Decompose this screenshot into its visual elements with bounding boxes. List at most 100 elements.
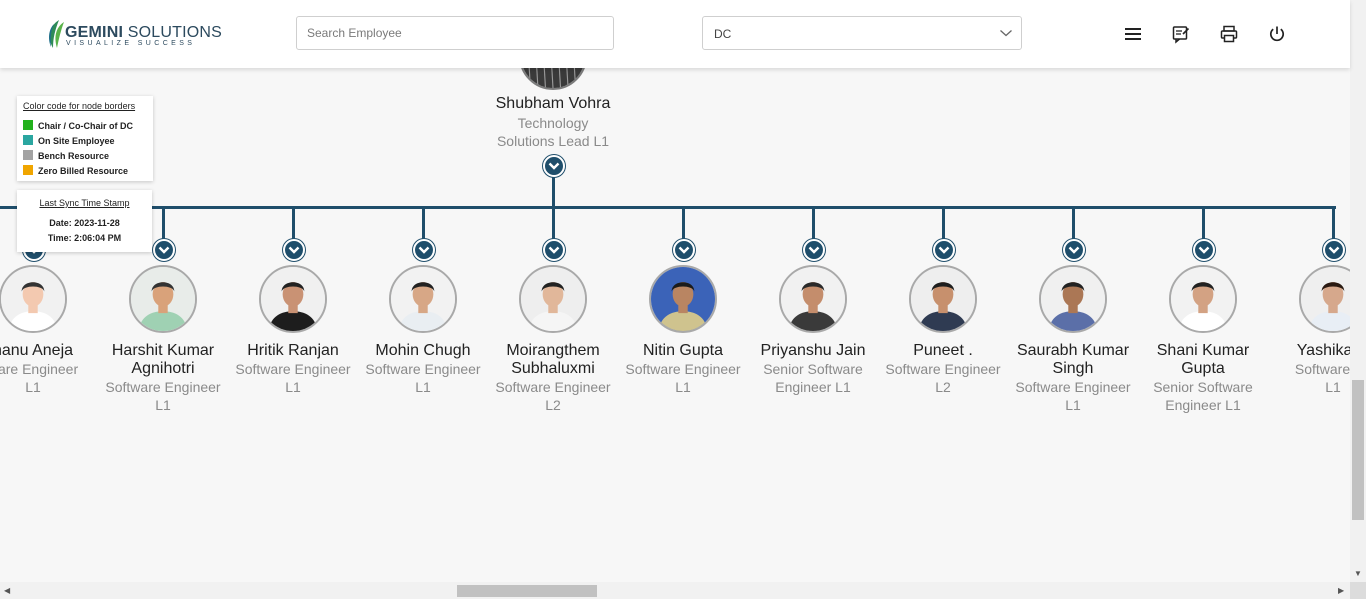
employee-designation: L1 (675, 379, 691, 395)
power-icon[interactable] (1267, 24, 1287, 44)
chevron-down-icon (158, 246, 170, 254)
child-connector (1072, 207, 1075, 239)
vertical-scroll-thumb[interactable] (1352, 380, 1364, 520)
employee-avatar[interactable] (649, 265, 717, 333)
logo-tagline: VISUALIZE SUCCESS (66, 40, 196, 47)
employee-designation: L2 (935, 379, 951, 395)
dc-select[interactable]: DC (702, 16, 1022, 50)
node-expand-toggle[interactable] (153, 239, 175, 261)
employee-designation: Engineer L1 (775, 379, 851, 395)
child-connector (162, 207, 165, 239)
logo-leaf-icon (49, 20, 64, 48)
print-icon[interactable] (1219, 24, 1239, 44)
employee-avatar[interactable] (1169, 265, 1237, 333)
employee-name[interactable]: Harshit Kumar (98, 342, 228, 360)
node-expand-toggle[interactable] (673, 239, 695, 261)
employee-name[interactable]: Shani Kumar (1138, 342, 1268, 360)
node-expand-toggle[interactable] (1193, 239, 1215, 261)
child-connector (942, 207, 945, 239)
node-expand-toggle[interactable] (933, 239, 955, 261)
node-expand-toggle[interactable] (543, 239, 565, 261)
employee-designation: L1 (1065, 397, 1081, 413)
horizontal-connector (0, 206, 1336, 209)
employee-avatar[interactable] (1299, 265, 1350, 333)
employee-name[interactable]: Saurabh Kumar (1008, 342, 1138, 360)
employee-name[interactable]: Puneet . (878, 342, 1008, 360)
legend-swatch (23, 120, 33, 130)
employee-avatar[interactable] (779, 265, 847, 333)
node-expand-toggle[interactable] (1323, 239, 1345, 261)
chevron-down-icon (808, 246, 820, 254)
node-expand-toggle[interactable] (283, 239, 305, 261)
legend-item-chair: Chair / Co-Chair of DC (23, 120, 133, 131)
legend-item-bench: Bench Resource (23, 150, 109, 161)
node-expand-toggle[interactable] (803, 239, 825, 261)
employee-designation: Software Engineer (365, 361, 481, 377)
employee-name[interactable]: Mohin Chugh (358, 342, 488, 360)
root-connector (552, 177, 555, 208)
legend-item-zero-billed: Zero Billed Resource (23, 165, 128, 176)
node-expand-toggle[interactable] (413, 239, 435, 261)
child-connector (1202, 207, 1205, 239)
employee-avatar[interactable] (909, 265, 977, 333)
child-connector (812, 207, 815, 239)
employee-designation: Software Engineer (1015, 379, 1131, 395)
child-connector (1332, 207, 1335, 239)
employee-name[interactable]: Agnihotri (98, 360, 228, 378)
search-employee-input[interactable] (296, 16, 614, 50)
child-connector (292, 207, 295, 239)
horizontal-scroll-thumb[interactable] (457, 585, 597, 597)
chevron-down-icon (678, 246, 690, 254)
employee-designation: L1 (285, 379, 301, 395)
sync-timestamp-card: Last Sync Time Stamp Date: 2023-11-28 Ti… (17, 190, 152, 252)
sync-title: Last Sync Time Stamp (39, 198, 130, 208)
employee-name[interactable]: hanu Aneja (0, 342, 98, 360)
scroll-right-arrow-icon[interactable]: ▶ (1338, 586, 1344, 595)
top-header: GEMINI SOLUTIONS VISUALIZE SUCCESS DC (0, 0, 1350, 68)
chevron-down-icon (548, 246, 560, 254)
chevron-down-icon (418, 246, 430, 254)
chevron-down-icon (1198, 246, 1210, 254)
employee-avatar[interactable] (389, 265, 457, 333)
scroll-down-arrow-icon[interactable]: ▼ (1354, 569, 1362, 578)
employee-designation: Senior Software (763, 361, 863, 377)
employee-avatar[interactable] (129, 265, 197, 333)
employee-avatar[interactable] (0, 265, 67, 333)
feedback-icon[interactable] (1171, 24, 1191, 44)
employee-name[interactable]: Priyanshu Jain (748, 342, 878, 360)
menu-icon[interactable] (1123, 24, 1143, 44)
employee-name[interactable]: Moirangthem (488, 342, 618, 360)
root-name[interactable]: Shubham Vohra (488, 95, 618, 113)
root-collapse-toggle[interactable] (543, 155, 565, 177)
node-expand-toggle[interactable] (1063, 239, 1085, 261)
scroll-left-arrow-icon[interactable]: ◀ (4, 586, 10, 595)
employee-designation: L1 (155, 397, 171, 413)
chevron-down-icon (1328, 246, 1340, 254)
employee-avatar[interactable] (1039, 265, 1107, 333)
employee-designation: L1 (25, 379, 41, 395)
sync-date: Date: 2023-11-28 (49, 218, 120, 228)
employee-name[interactable]: Gupta (1138, 360, 1268, 378)
root-title-line2: Solutions Lead L1 (496, 133, 610, 149)
employee-name[interactable]: Nitin Gupta (618, 342, 748, 360)
chevron-down-icon (288, 246, 300, 254)
employee-designation: Software Engineer (885, 361, 1001, 377)
employee-designation: Engineer L1 (1165, 397, 1241, 413)
employee-name[interactable]: Subhaluxmi (488, 360, 618, 378)
employee-name[interactable]: Hritik Ranjan (228, 342, 358, 360)
child-connector (682, 207, 685, 239)
org-chart: Shubham Vohra Technology Solutions Lead … (0, 0, 1350, 582)
sync-time: Time: 2:06:04 PM (47, 233, 122, 243)
employee-avatar[interactable] (519, 265, 587, 333)
chevron-down-icon (1000, 30, 1012, 37)
legend-swatch (23, 135, 33, 145)
employee-name[interactable]: Yashika G (1268, 342, 1350, 360)
employee-designation: Software Engineer (105, 379, 221, 395)
gemini-logo[interactable]: GEMINI SOLUTIONS VISUALIZE SUCCESS (47, 18, 222, 50)
root-title-line1: Technology (517, 115, 589, 131)
employee-name[interactable]: Singh (1008, 360, 1138, 378)
employee-designation: ware Engineer (0, 361, 79, 377)
chevron-down-icon (938, 246, 950, 254)
horizontal-scrollbar[interactable] (0, 582, 1350, 599)
employee-avatar[interactable] (259, 265, 327, 333)
